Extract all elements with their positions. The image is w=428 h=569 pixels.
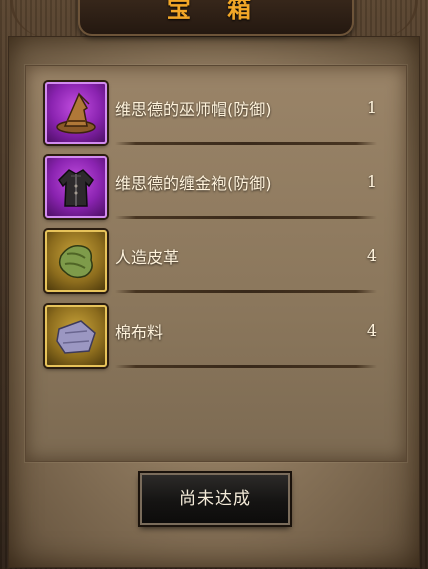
reward-item[interactable]: 人造皮革 4 <box>45 230 405 300</box>
item-icon-frame <box>45 82 107 144</box>
item-name: 维思德的缠金袍(防御) <box>115 174 272 193</box>
wizard-hat-icon <box>56 92 96 134</box>
leather-icon <box>58 244 93 279</box>
item-icon-frame <box>45 305 107 367</box>
item-quantity: 4 <box>366 246 377 265</box>
row-divider <box>115 290 377 293</box>
title-tab: 宝 箱 <box>78 0 354 36</box>
row-divider <box>115 142 377 145</box>
row-divider <box>115 365 377 368</box>
item-quantity: 1 <box>366 172 377 191</box>
item-name: 维思德的巫师帽(防御) <box>115 100 272 119</box>
item-quantity: 1 <box>366 98 377 117</box>
item-name: 棉布料 <box>115 323 164 342</box>
not-achieved-button[interactable]: 尚未达成 <box>140 473 290 525</box>
reward-item[interactable]: 维思德的巫师帽(防御) 1 <box>45 82 405 152</box>
reward-item[interactable]: 维思德的缠金袍(防御) 1 <box>45 156 405 226</box>
window-title: 宝 箱 <box>166 0 266 23</box>
reward-item[interactable]: 棉布料 4 <box>45 305 405 375</box>
item-quantity: 4 <box>366 321 377 340</box>
item-icon-frame <box>45 230 107 292</box>
item-name: 人造皮革 <box>115 248 180 267</box>
robe-icon <box>58 169 94 207</box>
item-icon-frame <box>45 156 107 218</box>
row-divider <box>115 216 377 219</box>
cloth-icon <box>56 320 96 354</box>
